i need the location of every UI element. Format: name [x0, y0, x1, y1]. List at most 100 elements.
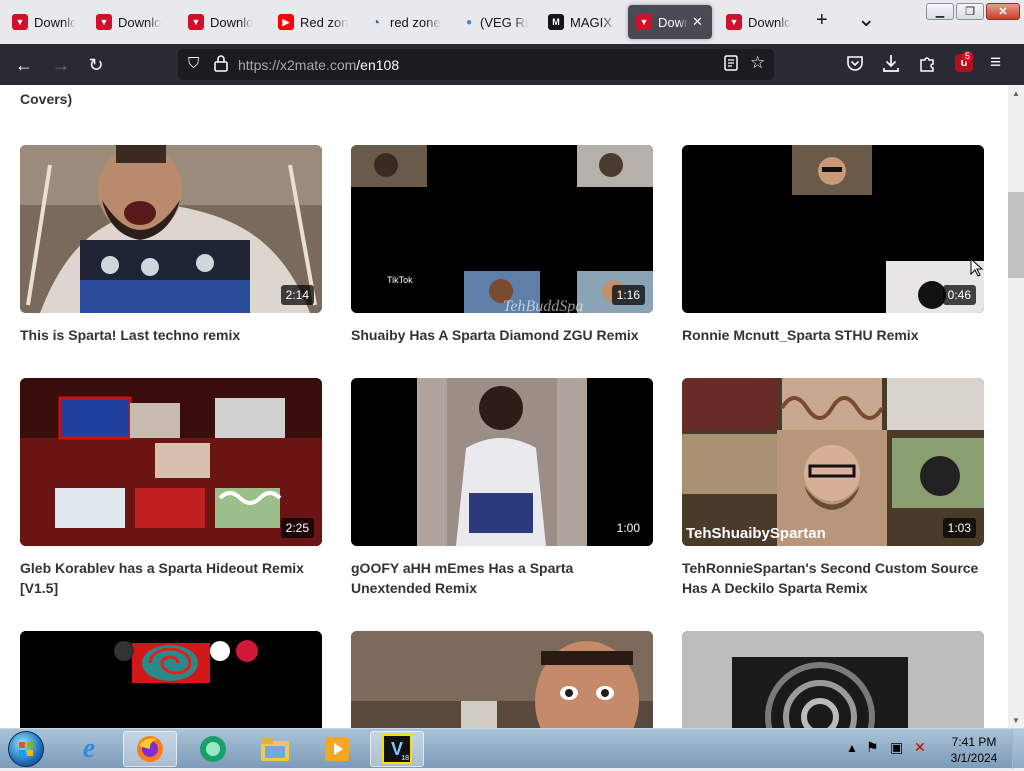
tab-title: Downlo [748, 14, 792, 30]
video-card[interactable]: 0:46 Ronnie Mcnutt_Sparta STHU Remix [682, 145, 984, 345]
tab-download-last[interactable]: ▼ Downlo [718, 5, 802, 39]
video-thumbnail[interactable] [20, 631, 322, 728]
forward-arrow-icon[interactable]: → [48, 52, 74, 78]
scroll-down-arrow-icon[interactable]: ▼ [1008, 712, 1024, 728]
menu-hamburger-icon[interactable]: ≡ [990, 52, 1001, 74]
downloads-icon[interactable] [882, 53, 900, 78]
tab-youtube-red-zone[interactable]: ▶ Red zone [270, 5, 356, 39]
tab-magix[interactable]: M MAGIX - [540, 5, 624, 39]
tab-red-zone[interactable]: ◔ red zone [360, 5, 450, 39]
video-card[interactable]: 2:25 Gleb Korablev has a Sparta Hideout … [20, 378, 322, 598]
lock-icon[interactable] [214, 54, 228, 77]
video-thumbnail[interactable]: 2:25 [20, 378, 322, 546]
action-center-flag-icon[interactable]: ⚑ [866, 739, 879, 756]
video-duration: 1:03 [942, 518, 976, 538]
pocket-icon[interactable] [846, 54, 864, 77]
start-button[interactable] [8, 731, 44, 767]
shield-icon[interactable]: ⛉ [188, 55, 199, 72]
video-title[interactable]: Gleb Korablev has a Sparta Hideout Remix… [20, 558, 322, 598]
taskbar: e V 18 ▲ ⚑ ▣ ✕ 7:41 PM 3/1/2024 [0, 728, 1024, 769]
reload-icon[interactable]: ↻ [83, 52, 109, 78]
download-icon: ▼ [188, 14, 204, 30]
edge-icon: ◔ [371, 14, 381, 30]
tab-download-0[interactable]: ▼ Downlo [0, 5, 84, 39]
video-title[interactable]: Ronnie Mcnutt_Sparta STHU Remix [682, 325, 984, 345]
close-tab-icon[interactable]: ✕ [692, 14, 703, 30]
video-title[interactable]: This is Sparta! Last techno remix [20, 325, 322, 345]
window-close-button[interactable]: ✕ [986, 3, 1020, 20]
tehbudd-watermark: TehBuddSpa [503, 298, 583, 313]
tab-title: MAGIX - [570, 14, 616, 30]
video-title[interactable]: Shuaiby Has A Sparta Diamond ZGU Remix [351, 325, 653, 345]
video-thumbnail[interactable]: TikTok TehBuddSpa 1:16 [351, 145, 653, 313]
scroll-up-arrow-icon[interactable]: ▲ [1008, 85, 1024, 101]
url-path: /en108 [356, 57, 400, 73]
tab-download-2[interactable]: ▼ Downlo [180, 5, 266, 39]
vegas-version: 18 [401, 755, 409, 762]
back-arrow-icon[interactable]: ← [11, 52, 37, 78]
volume-muted-icon[interactable]: ✕ [914, 739, 926, 756]
url-host: https://x2mate.com [238, 57, 357, 73]
download-icon: ▼ [726, 14, 742, 30]
firefox-icon[interactable] [123, 731, 177, 767]
tab-title: Red zone [300, 14, 348, 30]
video-thumbnail[interactable]: 0:46 [682, 145, 984, 313]
partial-video-title[interactable]: Covers) [20, 91, 72, 107]
tab-veg-ref[interactable]: ● (VEG REF [456, 5, 536, 39]
page-scrollbar[interactable] [1008, 85, 1024, 728]
windows-logo-icon [19, 742, 33, 756]
scrollbar-thumb[interactable] [1008, 192, 1024, 278]
video-duration: 1:16 [611, 285, 645, 305]
file-explorer-icon[interactable] [248, 731, 302, 767]
tab-list-button[interactable]: ⌄ [857, 6, 875, 32]
download-icon: ▼ [12, 14, 28, 30]
magix-icon: M [548, 14, 564, 30]
show-hidden-icons-icon[interactable]: ▲ [846, 741, 858, 755]
video-thumbnail[interactable] [351, 631, 653, 728]
tab-title: Downlo [210, 14, 254, 30]
bookmark-star-icon[interactable]: ☆ [750, 53, 765, 73]
tab-download-1[interactable]: ▼ Downlo [88, 5, 172, 39]
restore-button[interactable]: ❐ [956, 3, 984, 20]
internet-explorer-icon[interactable]: e [62, 731, 116, 767]
download-icon: ▼ [96, 14, 112, 30]
tab-title: (VEG REF [480, 14, 528, 30]
media-player-icon[interactable] [310, 731, 364, 767]
tab-title: Downlo [34, 14, 76, 30]
extensions-puzzle-icon[interactable] [918, 53, 938, 78]
network-icon[interactable]: ▣ [890, 739, 903, 756]
tab-download-active[interactable]: ▼ Down ✕ [628, 5, 712, 39]
video-thumbnail[interactable]: 1:00 [351, 378, 653, 546]
dot-icon: ● [465, 16, 473, 28]
page-content: Covers) 2:14 This is Sparta! Last techno… [0, 85, 1008, 728]
extension-badge: 5 [962, 51, 974, 62]
video-thumbnail[interactable] [682, 631, 984, 728]
download-icon: ▼ [636, 14, 652, 30]
show-desktop-button[interactable] [1012, 729, 1024, 769]
video-card[interactable] [351, 631, 653, 728]
video-card[interactable] [682, 631, 984, 728]
vegas-icon[interactable]: V 18 [370, 731, 424, 767]
minimize-button[interactable]: ▁ [926, 3, 954, 20]
reader-view-icon[interactable] [724, 55, 738, 76]
video-title[interactable]: gOOFY aHH mEmes Has a Sparta Unextended … [351, 558, 653, 598]
video-card[interactable]: 1:00 gOOFY aHH mEmes Has a Sparta Unexte… [351, 378, 653, 598]
messaging-app-icon[interactable] [186, 731, 240, 767]
video-title[interactable]: TehRonnieSpartan's Second Custom Source … [682, 558, 984, 598]
url-bar[interactable]: ⛉ https://x2mate.com/en108 ☆ [178, 49, 774, 80]
mouse-cursor-icon [970, 258, 984, 277]
video-thumbnail[interactable]: TehShuaibySpartan 1:03 [682, 378, 984, 546]
video-thumbnail[interactable]: 2:14 [20, 145, 322, 313]
url-text[interactable]: https://x2mate.com/en108 [238, 57, 399, 73]
video-card[interactable] [20, 631, 322, 728]
tehshuaiby-watermark: TehShuaibySpartan [686, 525, 826, 542]
video-card[interactable]: 2:14 This is Sparta! Last techno remix [20, 145, 322, 345]
video-card[interactable]: TehShuaibySpartan 1:03 TehRonnieSpartan'… [682, 378, 984, 598]
system-clock[interactable]: 7:41 PM 3/1/2024 [944, 734, 1004, 766]
video-duration: 2:25 [280, 518, 314, 538]
tab-strip: ▼ Downlo ▼ Downlo ▼ Downlo ▶ Red zone ◔ … [0, 0, 1024, 44]
navigation-bar: ← → ↻ ⛉ https://x2mate.com/en108 ☆ u ≡ [0, 44, 1024, 85]
tab-title: red zone [390, 14, 441, 30]
video-card[interactable]: TikTok TehBuddSpa 1:16 Shuaiby Has A Spa… [351, 145, 653, 345]
new-tab-button[interactable]: + [816, 9, 828, 32]
